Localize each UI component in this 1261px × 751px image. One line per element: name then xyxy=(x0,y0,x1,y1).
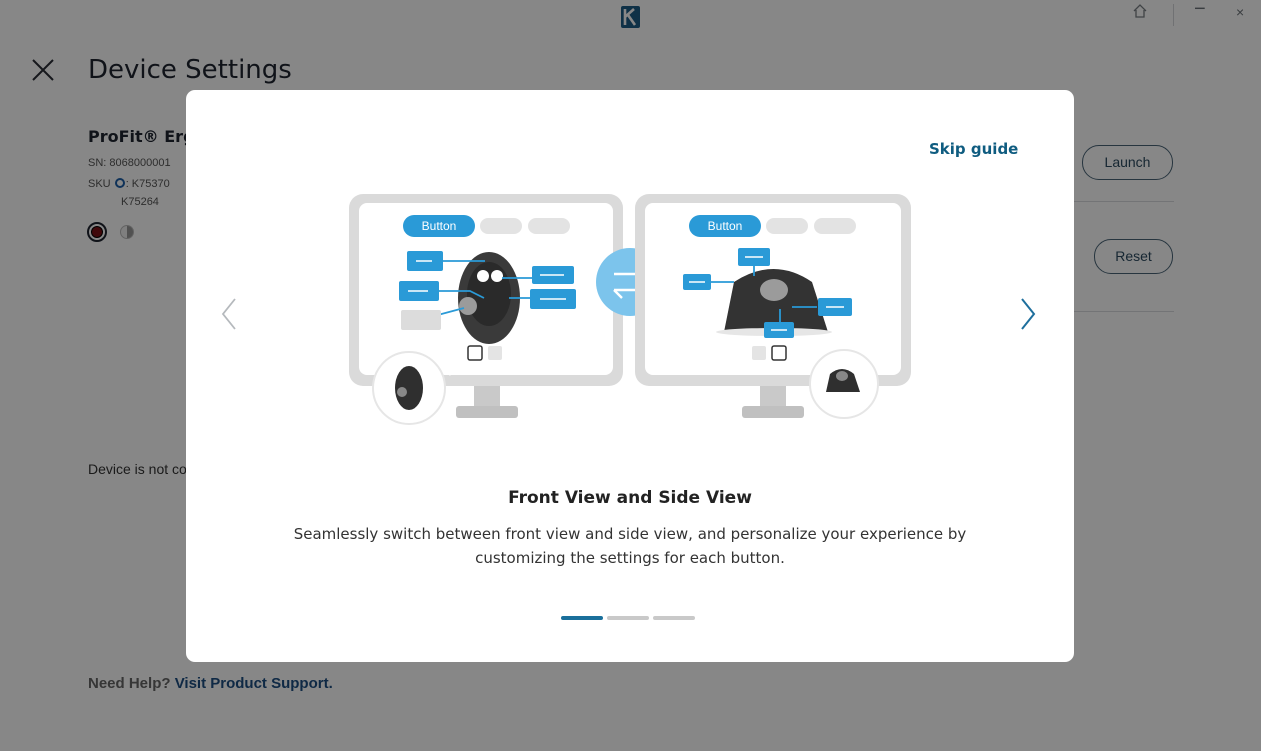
left-tab-label: Button xyxy=(422,219,457,233)
right-tab-label: Button xyxy=(708,219,743,233)
guide-modal: Skip guide Button Button Front View and … xyxy=(186,90,1074,662)
slide-description: Seamlessly switch between front view and… xyxy=(293,525,967,567)
pagination-dot-2[interactable] xyxy=(607,616,649,620)
previous-slide-chevron-left-icon[interactable] xyxy=(219,297,239,331)
slide-title: Front View and Side View xyxy=(508,488,752,508)
right-monitor: Button xyxy=(635,194,911,419)
left-monitor: Button xyxy=(349,194,623,425)
skip-guide-link[interactable]: Skip guide xyxy=(929,140,1018,158)
next-slide-chevron-right-icon[interactable] xyxy=(1018,297,1038,331)
front-side-view-illustration: Button Button xyxy=(349,194,911,425)
slide-pagination xyxy=(561,616,695,621)
pagination-dot-1[interactable] xyxy=(561,616,603,620)
pagination-dot-3[interactable] xyxy=(653,616,695,620)
